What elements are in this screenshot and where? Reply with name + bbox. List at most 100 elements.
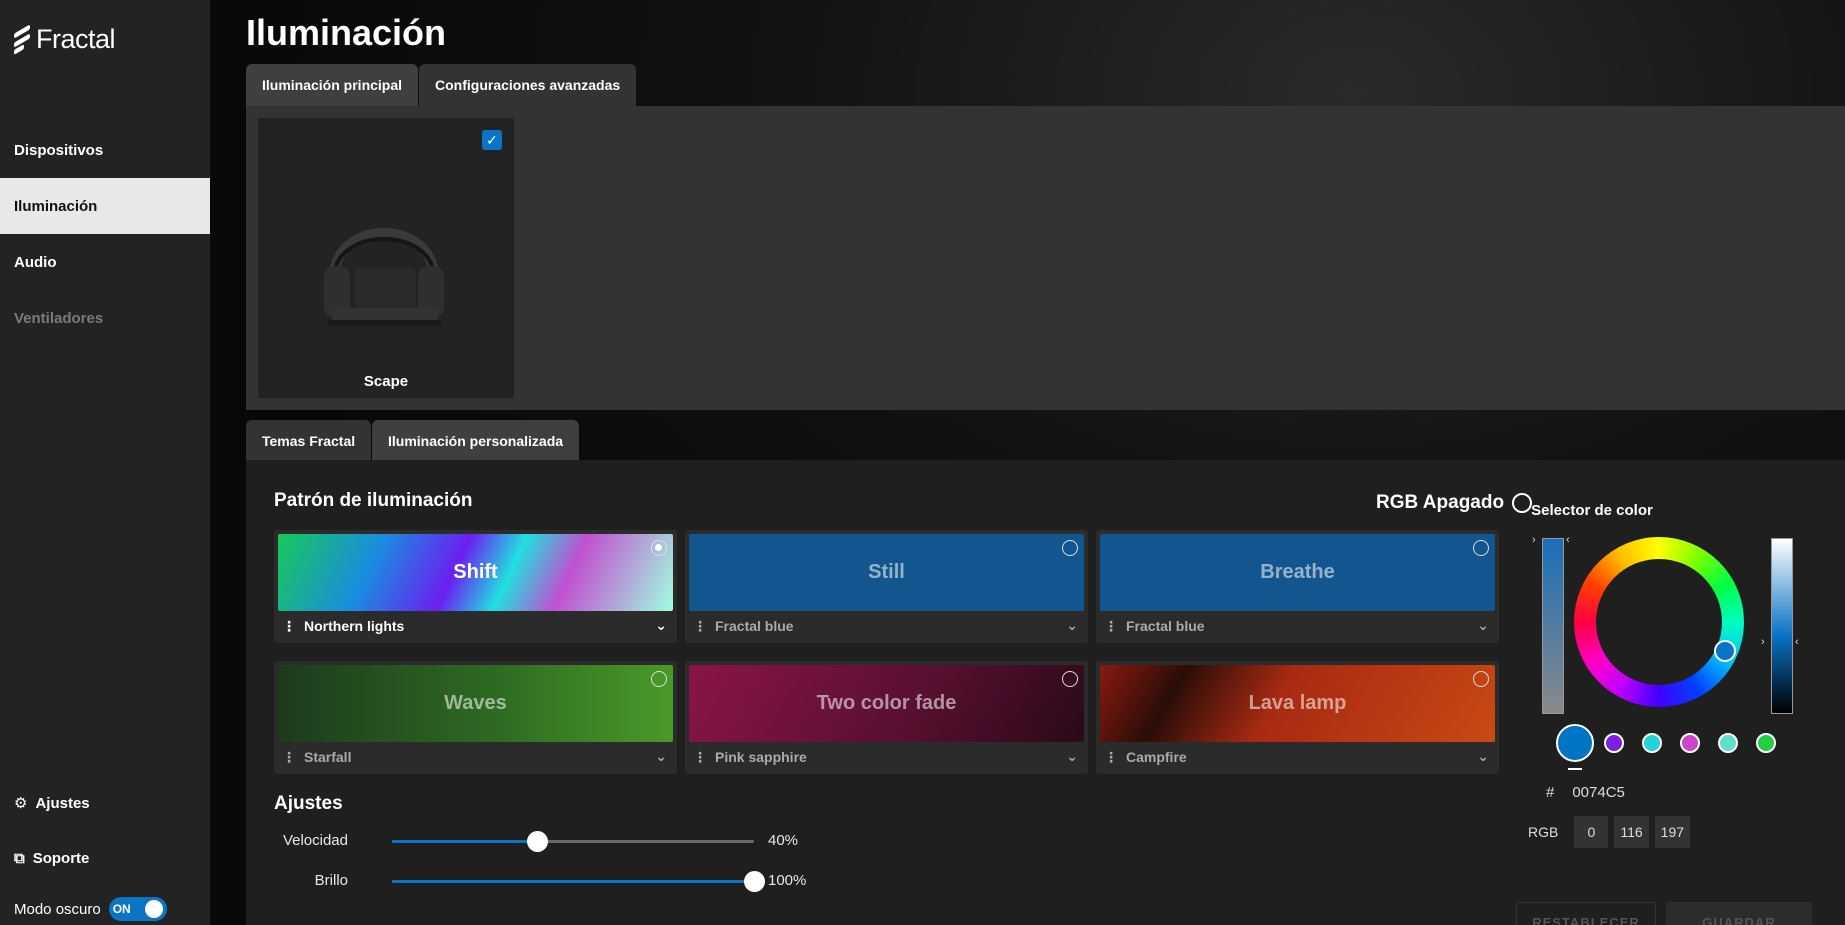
preset-label: Fractal blue [715,618,794,634]
pattern-card-two-color-fade[interactable]: Two color fade ⋮ Pink sapphire ⌄ [685,661,1088,774]
speed-label: Velocidad [282,832,348,849]
pattern-radio[interactable] [1062,671,1078,687]
reset-button[interactable]: RESTABLECER [1516,902,1656,925]
pattern-card-waves[interactable]: Waves ⋮ Starfall ⌄ [274,661,677,774]
color-preset[interactable] [1604,733,1624,753]
hex-prefix: # [1546,784,1555,801]
pattern-radio[interactable] [651,671,667,687]
drag-handle-icon: ⋮ [693,617,707,634]
pattern-swatch[interactable]: Two color fade [689,665,1084,742]
device-card[interactable]: ✓ Scape [258,118,514,398]
brightness-slider-thumb[interactable] [744,871,765,892]
pattern-name: Waves [444,692,507,714]
chevron-down-icon: ⌄ [1477,748,1489,764]
speed-slider-thumb[interactable] [526,831,548,852]
pattern-radio[interactable] [1062,540,1078,556]
main-content: Iluminación Iluminación principal Config… [210,0,1845,925]
pattern-card-breathe[interactable]: Breathe ⋮ Fractal blue ⌄ [1096,530,1499,643]
pattern-card-shift[interactable]: Shift ⋮ Northern lights ⌄ [274,530,677,643]
color-picker-title: Selector de color [1531,502,1653,519]
color-wheel-handle[interactable] [1714,640,1736,662]
fractal-logo: Fractal [14,23,116,55]
pattern-radio[interactable] [1473,540,1489,556]
pattern-preset-dropdown[interactable]: ⋮ Pink sapphire ⌄ [693,746,1080,768]
speed-slider-row: Velocidad 40% [274,829,798,853]
color-preset[interactable] [1680,733,1700,753]
pattern-preset-dropdown[interactable]: ⋮ Starfall ⌄ [282,746,669,768]
brightness-slider[interactable] [392,871,765,892]
speed-slider[interactable] [392,831,754,852]
saturation-bar[interactable] [1542,538,1564,714]
drag-handle-icon: ⋮ [282,617,296,634]
fractal-logo-icon [14,23,30,55]
pattern-name: Lava lamp [1248,692,1347,714]
blue-input[interactable]: 197 [1654,816,1691,848]
brightness-slider-fill [392,880,754,883]
dark-mode-toggle[interactable]: ON [108,897,167,921]
settings-link[interactable]: ⚙ Ajustes [14,794,90,813]
rgb-label: RGB [1528,824,1559,840]
preset-label: Northern lights [304,618,405,634]
pattern-swatch[interactable]: Shift [278,534,673,611]
tab-iluminacion-personalizada[interactable]: Iluminación personalizada [372,420,580,462]
pattern-card-lava-lamp[interactable]: Lava lamp ⋮ Campfire ⌄ [1096,661,1499,774]
speed-value: 40% [768,832,799,849]
rgb-row: RGB 0 116 197 [1528,816,1691,848]
pattern-swatch[interactable]: Breathe [1100,534,1495,611]
pattern-radio[interactable] [651,540,667,556]
save-button[interactable]: GUARDAR [1666,902,1812,925]
sidebar-item-audio[interactable]: Audio [0,234,210,290]
pattern-radio[interactable] [1473,671,1489,687]
brightness-value: 100% [768,872,807,889]
tab-temas-fractal[interactable]: Temas Fractal [246,420,372,462]
preset-label: Campfire [1126,749,1187,765]
drag-handle-icon: ⋮ [1104,617,1118,634]
custom-lighting-panel: Patrón de iluminación RGB Apagado Shift … [246,460,1845,925]
pattern-preset-dropdown[interactable]: ⋮ Campfire ⌄ [1104,746,1491,768]
chevron-down-icon: ⌄ [655,748,667,764]
brightness-slider-row: Brillo 100% [274,869,806,893]
brightness-arrow-left-icon: ‹ [1795,636,1799,648]
sidebar-item-dispositivos[interactable]: Dispositivos [0,122,210,178]
brightness-bar[interactable] [1771,538,1793,714]
toggle-knob [144,900,163,918]
pattern-name: Still [868,561,905,583]
sidebar-item-iluminacion[interactable]: Iluminación [0,178,210,234]
rgb-off-label: RGB Apagado [1376,492,1505,513]
active-preset-indicator [1568,768,1582,770]
saturation-arrow-right-icon: › [1532,534,1536,546]
chevron-down-icon: ⌄ [1066,748,1078,764]
color-preset[interactable] [1718,733,1738,753]
color-wheel[interactable] [1574,537,1744,707]
page-title: Iluminación [246,12,447,53]
tab-configuraciones-avanzadas[interactable]: Configuraciones avanzadas [419,64,637,106]
support-label: Soporte [32,850,90,867]
sidebar: Fractal Dispositivos Iluminación Audio V… [0,0,210,925]
pattern-swatch[interactable]: Still [689,534,1084,611]
pattern-swatch[interactable]: Lava lamp [1100,665,1495,742]
saturation-arrow-left-icon: ‹ [1566,534,1570,546]
tab-iluminacion-principal[interactable]: Iluminación principal [246,64,419,106]
red-input[interactable]: 0 [1574,816,1609,848]
brightness-label: Brillo [314,872,348,889]
speed-slider-fill [392,840,537,843]
pattern-preset-dropdown[interactable]: ⋮ Fractal blue ⌄ [1104,615,1491,637]
preset-label: Pink sapphire [715,749,807,765]
chevron-down-icon: ⌄ [1066,617,1078,633]
settings-label: Ajustes [35,794,90,812]
color-preset-active[interactable] [1556,724,1594,762]
pattern-card-still[interactable]: Still ⋮ Fractal blue ⌄ [685,530,1088,643]
pattern-preset-dropdown[interactable]: ⋮ Fractal blue ⌄ [693,615,1080,637]
preset-label: Fractal blue [1126,618,1205,634]
chevron-down-icon: ⌄ [1477,617,1489,633]
pattern-preset-dropdown[interactable]: ⋮ Northern lights ⌄ [282,615,669,637]
gear-icon: ⚙ [14,795,28,812]
logo-text: Fractal [36,24,116,54]
pattern-swatch[interactable]: Waves [278,665,673,742]
green-input[interactable]: 116 [1614,816,1649,848]
dark-mode-row: Modo oscuro ON [14,897,167,921]
hex-input[interactable]: 0074C5 [1572,784,1625,801]
support-link[interactable]: ⧉ Soporte [14,850,89,867]
color-preset[interactable] [1756,733,1776,753]
color-preset[interactable] [1642,733,1662,753]
